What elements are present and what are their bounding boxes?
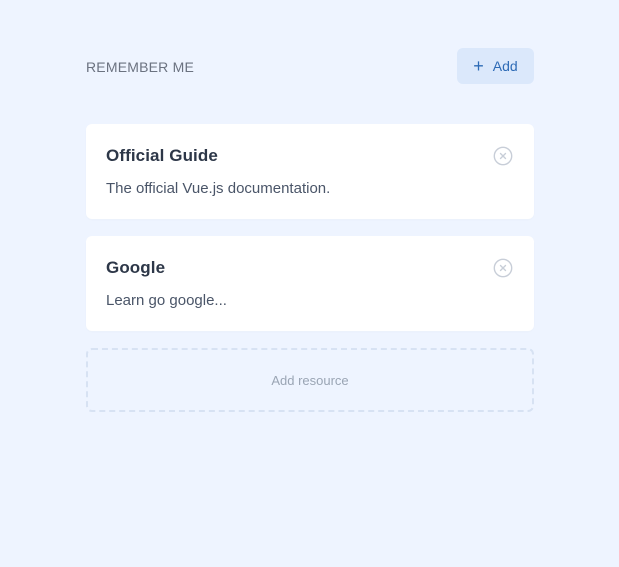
add-resource-button[interactable]: Add resource: [86, 348, 534, 412]
resource-description: Learn go google...: [106, 292, 227, 309]
resource-title: Official Guide: [106, 146, 218, 165]
section-header: REMEMBER ME + Add: [86, 48, 534, 84]
section-title: REMEMBER ME: [86, 59, 194, 75]
resource-card: Official Guide The official Vue.js docum…: [86, 124, 534, 219]
resource-description: The official Vue.js documentation.: [106, 180, 331, 197]
resource-card: Google Learn go google...: [86, 236, 534, 331]
add-button-label: Add: [492, 58, 518, 74]
remove-resource-button[interactable]: [493, 258, 513, 278]
remove-resource-button[interactable]: [493, 146, 513, 166]
close-circle-icon: [493, 258, 513, 278]
add-resource-label: Add resource: [271, 372, 349, 388]
add-button[interactable]: + Add: [457, 48, 534, 84]
plus-icon: +: [473, 55, 484, 76]
close-circle-icon: [493, 146, 513, 166]
resource-title: Google: [106, 258, 166, 277]
